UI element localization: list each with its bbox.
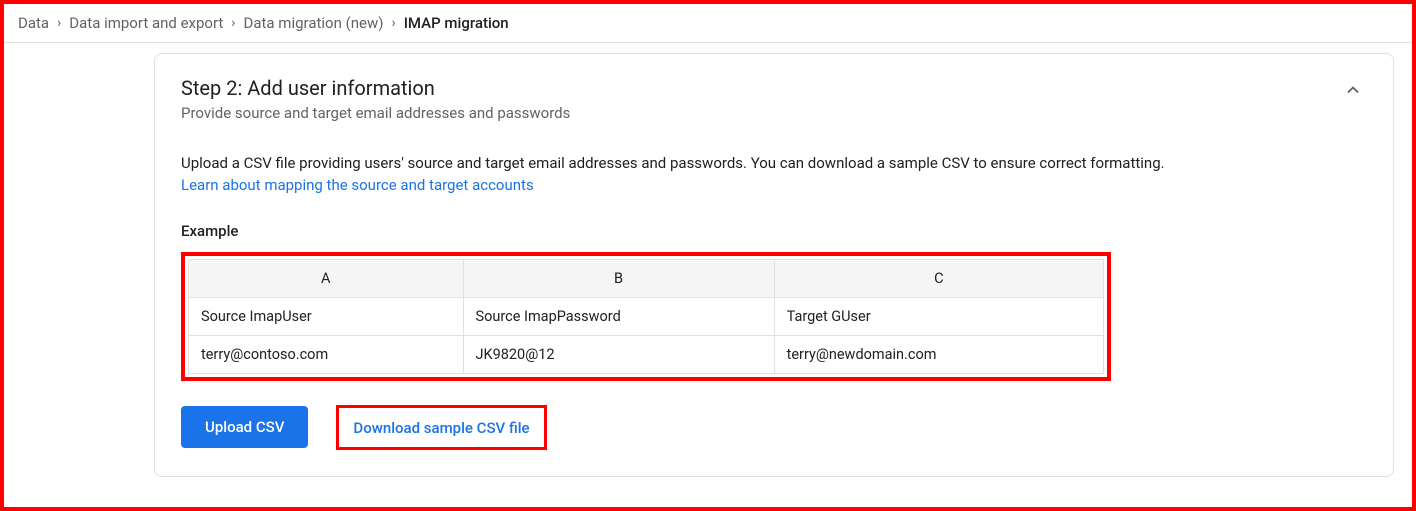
card-title: Step 2: Add user information bbox=[181, 76, 570, 100]
card-subtitle: Provide source and target email addresse… bbox=[181, 104, 570, 122]
breadcrumb-item-data[interactable]: Data bbox=[18, 14, 49, 32]
breadcrumb-item-import-export[interactable]: Data import and export bbox=[69, 14, 223, 32]
column-header-b: B bbox=[463, 259, 774, 297]
learn-link[interactable]: Learn about mapping the source and targe… bbox=[181, 176, 534, 194]
table-row: terry@contoso.com JK9820@12 terry@newdom… bbox=[189, 335, 1104, 373]
breadcrumb-item-current: IMAP migration bbox=[404, 14, 509, 32]
column-header-c: C bbox=[774, 259, 1103, 297]
step-card: Step 2: Add user information Provide sou… bbox=[154, 53, 1394, 477]
chevron-up-icon[interactable] bbox=[1339, 76, 1367, 109]
example-label: Example bbox=[181, 222, 1367, 240]
chevron-right-icon: › bbox=[391, 16, 395, 30]
column-header-a: A bbox=[189, 259, 464, 297]
table-cell: Target GUser bbox=[774, 297, 1103, 335]
chevron-right-icon: › bbox=[57, 16, 61, 30]
breadcrumb-item-migration[interactable]: Data migration (new) bbox=[244, 14, 384, 32]
download-highlight: Download sample CSV file bbox=[336, 405, 546, 450]
table-cell: JK9820@12 bbox=[463, 335, 774, 373]
table-cell: Source ImapUser bbox=[189, 297, 464, 335]
example-table-highlight: A B C Source ImapUser Source ImapPasswor… bbox=[181, 252, 1111, 381]
chevron-right-icon: › bbox=[231, 16, 235, 30]
download-sample-link[interactable]: Download sample CSV file bbox=[353, 419, 529, 437]
breadcrumb: Data › Data import and export › Data mig… bbox=[4, 4, 1412, 43]
table-row: Source ImapUser Source ImapPassword Targ… bbox=[189, 297, 1104, 335]
card-description: Upload a CSV file providing users' sourc… bbox=[181, 152, 1367, 175]
table-cell: Source ImapPassword bbox=[463, 297, 774, 335]
upload-csv-button[interactable]: Upload CSV bbox=[181, 406, 308, 448]
table-cell: terry@newdomain.com bbox=[774, 335, 1103, 373]
table-cell: terry@contoso.com bbox=[189, 335, 464, 373]
example-table: A B C Source ImapUser Source ImapPasswor… bbox=[188, 259, 1104, 374]
